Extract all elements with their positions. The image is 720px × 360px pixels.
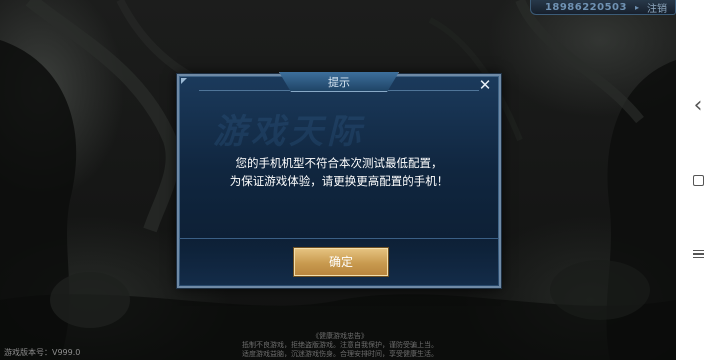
confirm-button[interactable]: 确定 [294, 248, 388, 276]
home-button[interactable] [676, 166, 720, 194]
dialog-watermark-logo: 游戏天际 [213, 112, 365, 152]
health-notice-line-1: 抵制不良游戏，拒绝盗版游戏。注意自我保护，谨防受骗上当。 [242, 341, 438, 349]
dialog-message: 您的手机机型不符合本次测试最低配置， 为保证游戏体验，请更换更高配置的手机！ [179, 154, 499, 190]
home-square-icon [692, 174, 704, 186]
back-chevron-icon: ‹ [693, 93, 703, 118]
account-separator-icon: ▸ [634, 2, 639, 12]
account-bar: 18986220503 ▸ 注销 [529, 0, 676, 15]
dialog-title: 提示 [328, 75, 350, 89]
back-button[interactable]: ‹ [676, 92, 720, 120]
system-navigation-bar: ‹ [676, 0, 720, 360]
health-gaming-notice: 《健康游戏忠告》 抵制不良游戏，拒绝盗版游戏。注意自我保护，谨防受骗上当。 适度… [200, 332, 480, 359]
health-notice-title: 《健康游戏忠告》 [312, 332, 368, 340]
account-phone-number: 18986220503 [544, 1, 627, 13]
close-icon[interactable]: ✕ [477, 77, 493, 93]
game-version-label: 游戏版本号：V999.0 [4, 348, 81, 357]
dialog-message-line-2: 为保证游戏体验，请更换更高配置的手机！ [229, 174, 449, 188]
dialog-message-line-1: 您的手机机型不符合本次测试最低配置， [235, 156, 443, 170]
menu-lines-icon [692, 248, 704, 261]
dialog-corner-decoration [181, 78, 187, 84]
menu-button[interactable] [676, 240, 720, 268]
logout-button[interactable]: 注销 [647, 0, 667, 15]
notice-dialog: 提示 ✕ 游戏天际 您的手机机型不符合本次测试最低配置， 为保证游戏体验，请更换… [177, 72, 501, 288]
dialog-title-tab: 提示 [279, 72, 399, 92]
health-notice-line-2: 适度游戏益脑，沉迷游戏伤身。合理安排时间，享受健康生活。 [242, 350, 438, 358]
